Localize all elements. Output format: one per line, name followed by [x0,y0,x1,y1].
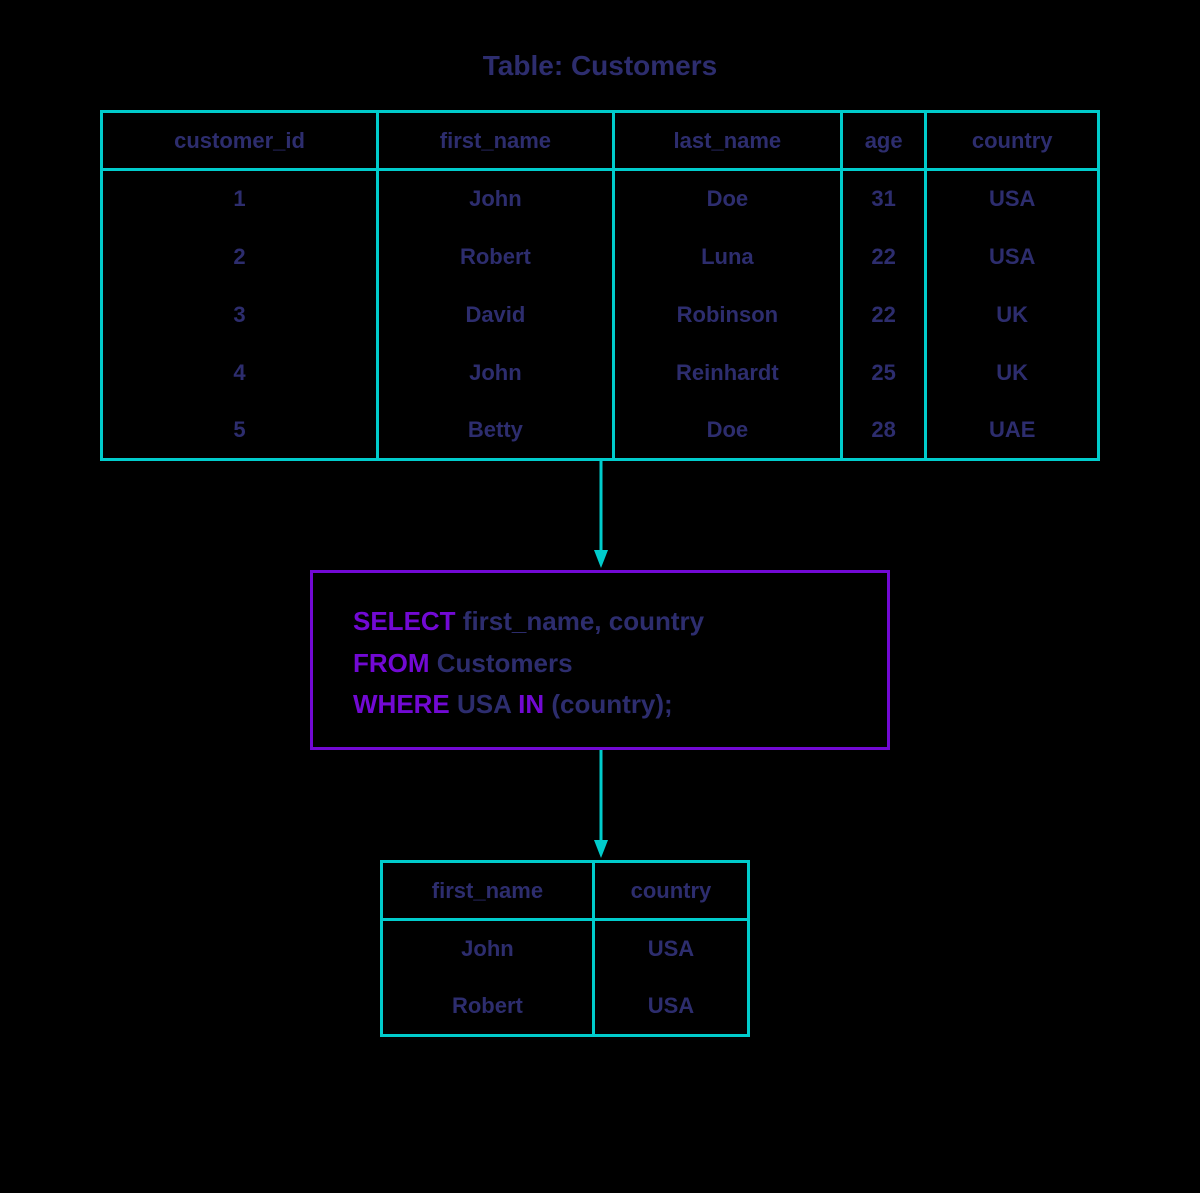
table-row: 3 David Robinson 22 UK [102,286,1099,344]
diagram-title: Table: Customers [0,50,1200,82]
cell: 3 [102,286,378,344]
cell: 22 [841,286,925,344]
table-row: 2 Robert Luna 22 USA [102,228,1099,286]
cell: Luna [613,228,841,286]
cell: David [378,286,614,344]
col-header: last_name [613,112,841,170]
sql-text: Customers [430,648,573,678]
source-customers-table: customer_id first_name last_name age cou… [100,110,1100,461]
cell: 22 [841,228,925,286]
cell: Reinhardt [613,344,841,402]
sql-text: USA [450,689,518,719]
cell: Doe [613,402,841,460]
sql-line: SELECT first_name, country [353,601,847,643]
cell: USA [926,228,1099,286]
cell: USA [593,920,748,978]
table-row: 4 John Reinhardt 25 UK [102,344,1099,402]
cell: 1 [102,170,378,228]
table-header-row: customer_id first_name last_name age cou… [102,112,1099,170]
cell: 28 [841,402,925,460]
cell: UK [926,344,1099,402]
cell: UK [926,286,1099,344]
sql-keyword-select: SELECT [353,606,456,636]
table-row: 5 Betty Doe 28 UAE [102,402,1099,460]
cell: Doe [613,170,841,228]
cell: 25 [841,344,925,402]
table-row: Robert USA [382,978,749,1036]
cell: 2 [102,228,378,286]
sql-keyword-in: IN [518,689,544,719]
cell: Betty [378,402,614,460]
col-header: first_name [382,862,594,920]
sql-keyword-where: WHERE [353,689,450,719]
col-header: first_name [378,112,614,170]
table-header-row: first_name country [382,862,749,920]
cell: Robert [382,978,594,1036]
cell: Robinson [613,286,841,344]
result-table: first_name country John USA Robert USA [380,860,750,1037]
sql-line: WHERE USA IN (country); [353,684,847,726]
sql-query-box: SELECT first_name, country FROM Customer… [310,570,890,750]
col-header: customer_id [102,112,378,170]
sql-line: FROM Customers [353,643,847,685]
cell: John [378,170,614,228]
col-header: age [841,112,925,170]
cell: John [382,920,594,978]
arrow-down-icon [594,750,608,860]
cell: UAE [926,402,1099,460]
col-header: country [593,862,748,920]
cell: 5 [102,402,378,460]
sql-text: (country); [544,689,673,719]
col-header: country [926,112,1099,170]
cell: 31 [841,170,925,228]
cell: USA [593,978,748,1036]
sql-keyword-from: FROM [353,648,430,678]
cell: 4 [102,344,378,402]
cell: USA [926,170,1099,228]
cell: Robert [378,228,614,286]
table-row: John USA [382,920,749,978]
arrow-down-icon [594,460,608,570]
cell: John [378,344,614,402]
table-row: 1 John Doe 31 USA [102,170,1099,228]
sql-text: first_name, country [456,606,705,636]
